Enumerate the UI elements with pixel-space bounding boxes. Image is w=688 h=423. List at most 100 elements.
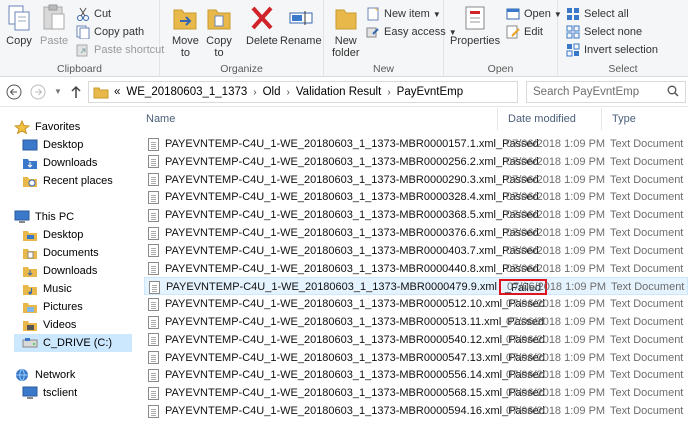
up-arrow-icon[interactable] — [68, 84, 84, 100]
new-folder-button[interactable]: New folder — [332, 4, 360, 59]
select-none-button[interactable]: Select none — [566, 23, 642, 41]
text-document-icon — [148, 173, 159, 187]
file-list: Name Date modified Type PAYEVNTEMP-C4U_1… — [136, 108, 688, 423]
nav-network-label: Network — [35, 369, 76, 381]
network-icon — [14, 368, 30, 382]
open-label: Open — [524, 8, 551, 20]
copy-path-button[interactable]: Copy path — [76, 23, 144, 41]
back-arrow-icon[interactable] — [6, 84, 22, 100]
new-item-button[interactable]: New item ▼ — [366, 5, 441, 23]
table-row[interactable]: PAYEVNTEMP-C4U_1-WE_20180603_1_1373-MBR0… — [144, 277, 688, 296]
select-all-button[interactable]: Select all — [566, 5, 629, 23]
cut-button[interactable]: Cut — [76, 5, 111, 23]
table-row[interactable]: PAYEVNTEMP-C4U_1-WE_20180603_1_1373-MBR0… — [144, 188, 688, 206]
breadcrumb-separator-icon[interactable]: › — [387, 87, 390, 98]
breadcrumb-item[interactable]: PayEvntEmp — [397, 86, 463, 98]
table-row[interactable]: PAYEVNTEMP-C4U_1-WE_20180603_1_1373-MBR0… — [144, 135, 688, 153]
nav-videos[interactable]: Videos — [22, 316, 76, 334]
file-name-cell: PAYEVNTEMP-C4U_1-WE_20180603_1_1373-MBR0… — [148, 295, 545, 313]
nav-downloads[interactable]: Downloads — [22, 154, 97, 172]
copy-button[interactable]: Copy — [6, 4, 32, 47]
nav-music[interactable]: Music — [22, 280, 72, 298]
nav-music-label: Music — [43, 283, 72, 295]
table-row[interactable]: PAYEVNTEMP-C4U_1-WE_20180603_1_1373-MBR0… — [144, 295, 688, 313]
file-name: PAYEVNTEMP-C4U_1-WE_20180603_1_1373-MBR0… — [165, 351, 545, 364]
forward-arrow-icon[interactable] — [30, 84, 46, 100]
breadcrumb-item[interactable]: Validation Result — [296, 86, 381, 98]
copy-to-label: Copy to — [206, 35, 232, 59]
paste-shortcut-button[interactable]: Paste shortcut — [76, 41, 164, 59]
file-date-modified: 07/06/2018 1:09 PM — [506, 298, 606, 311]
table-row[interactable]: PAYEVNTEMP-C4U_1-WE_20180603_1_1373-MBR0… — [144, 153, 688, 171]
column-header-date-modified[interactable]: Date modified — [498, 108, 602, 130]
nav-desktop[interactable]: Desktop — [22, 136, 83, 154]
table-row[interactable]: PAYEVNTEMP-C4U_1-WE_20180603_1_1373-MBR0… — [144, 331, 688, 349]
search-input[interactable]: Search PayEvntEmp — [533, 86, 639, 98]
cut-label: Cut — [94, 8, 112, 20]
table-row[interactable]: PAYEVNTEMP-C4U_1-WE_20180603_1_1373-MBR0… — [144, 242, 688, 260]
desktop-icon — [22, 138, 38, 152]
file-date-modified: 07/06/2018 1:09 PM — [506, 209, 606, 222]
nav-documents[interactable]: Documents — [22, 244, 99, 262]
search-icon — [667, 85, 679, 100]
table-row[interactable]: PAYEVNTEMP-C4U_1-WE_20180603_1_1373-MBR0… — [144, 349, 688, 367]
nav-this-pc-label: This PC — [35, 211, 75, 223]
table-row[interactable]: PAYEVNTEMP-C4U_1-WE_20180603_1_1373-MBR0… — [144, 206, 688, 224]
move-to-button[interactable]: Move to — [172, 4, 199, 59]
table-row[interactable]: PAYEVNTEMP-C4U_1-WE_20180603_1_1373-MBR0… — [144, 366, 688, 384]
file-type: Text Document — [610, 369, 684, 382]
rename-button[interactable]: Rename — [280, 4, 322, 47]
file-type: Text Document — [610, 351, 684, 364]
nav-network[interactable]: Network — [14, 366, 75, 384]
downloads-icon — [22, 156, 38, 170]
recent-locations-chevron-icon[interactable]: ▼ — [50, 84, 66, 100]
open-button[interactable]: Open ▼ — [506, 5, 562, 23]
invert-selection-button[interactable]: Invert selection — [566, 41, 658, 59]
file-date-modified: 07/06/2018 1:09 PM — [506, 387, 606, 400]
address-overflow-chevron-icon[interactable]: « — [114, 86, 120, 98]
nav-pc-downloads-label: Downloads — [43, 265, 98, 277]
file-name: PAYEVNTEMP-C4U_1-WE_20180603_1_1373-MBR0… — [166, 281, 497, 294]
table-row[interactable]: PAYEVNTEMP-C4U_1-WE_20180603_1_1373-MBR0… — [144, 402, 688, 420]
breadcrumb-item[interactable]: WE_20180603_1_1373 — [126, 86, 247, 98]
table-row[interactable]: PAYEVNTEMP-C4U_1-WE_20180603_1_1373-MBR0… — [144, 313, 688, 331]
file-type: Text Document — [610, 244, 684, 257]
properties-button[interactable]: Properties — [450, 4, 500, 47]
table-row[interactable]: PAYEVNTEMP-C4U_1-WE_20180603_1_1373-MBR0… — [144, 384, 688, 402]
file-name-cell: PAYEVNTEMP-C4U_1-WE_20180603_1_1373-MBR0… — [149, 278, 548, 296]
address-bar[interactable]: « WE_20180603_1_1373 › Old › Validation … — [88, 81, 518, 103]
search-box[interactable]: Search PayEvntEmp — [526, 81, 686, 103]
new-item-label: New item — [384, 8, 430, 20]
nav-tsclient[interactable]: tsclient — [22, 384, 77, 402]
column-header-type[interactable]: Type — [602, 108, 688, 130]
nav-pc-desktop[interactable]: Desktop — [22, 226, 83, 244]
nav-favorites[interactable]: Favorites — [13, 118, 80, 136]
copy-to-button[interactable]: Copy to — [206, 4, 232, 59]
easy-access-label: Easy access — [384, 26, 446, 38]
breadcrumb-separator-icon[interactable]: › — [287, 87, 290, 98]
text-document-icon — [148, 351, 159, 365]
nav-tsclient-label: tsclient — [43, 387, 78, 399]
edit-button[interactable]: Edit — [506, 23, 543, 41]
table-row[interactable]: PAYEVNTEMP-C4U_1-WE_20180603_1_1373-MBR0… — [144, 171, 688, 189]
breadcrumb-separator-icon[interactable]: › — [253, 87, 256, 98]
nav-recent-places[interactable]: Recent places — [22, 172, 113, 190]
table-row[interactable]: PAYEVNTEMP-C4U_1-WE_20180603_1_1373-MBR0… — [144, 224, 688, 242]
nav-pc-downloads[interactable]: Downloads — [22, 262, 97, 280]
delete-button[interactable]: Delete — [246, 4, 278, 47]
file-date-modified: 07/06/2018 1:09 PM — [506, 262, 606, 275]
nav-downloads-label: Downloads — [43, 157, 98, 169]
nav-pictures[interactable]: Pictures — [22, 298, 83, 316]
breadcrumb-item[interactable]: Old — [263, 86, 281, 98]
organize-group: Move to Copy to Delete Rename Organize — [160, 0, 324, 77]
table-row[interactable]: PAYEVNTEMP-C4U_1-WE_20180603_1_1373-MBR0… — [144, 260, 688, 278]
edit-label: Edit — [524, 26, 543, 38]
open-group-label: Open — [487, 63, 514, 75]
nav-c-drive[interactable]: C_DRIVE (C:) — [14, 334, 132, 352]
nav-this-pc[interactable]: This PC — [14, 208, 74, 226]
column-header-name[interactable]: Name — [136, 108, 498, 130]
clipboard-group-label: Clipboard — [57, 63, 102, 75]
paste-button[interactable]: Paste — [40, 4, 68, 47]
address-folder-icon — [93, 86, 109, 99]
tsclient-computer-icon — [22, 386, 38, 400]
